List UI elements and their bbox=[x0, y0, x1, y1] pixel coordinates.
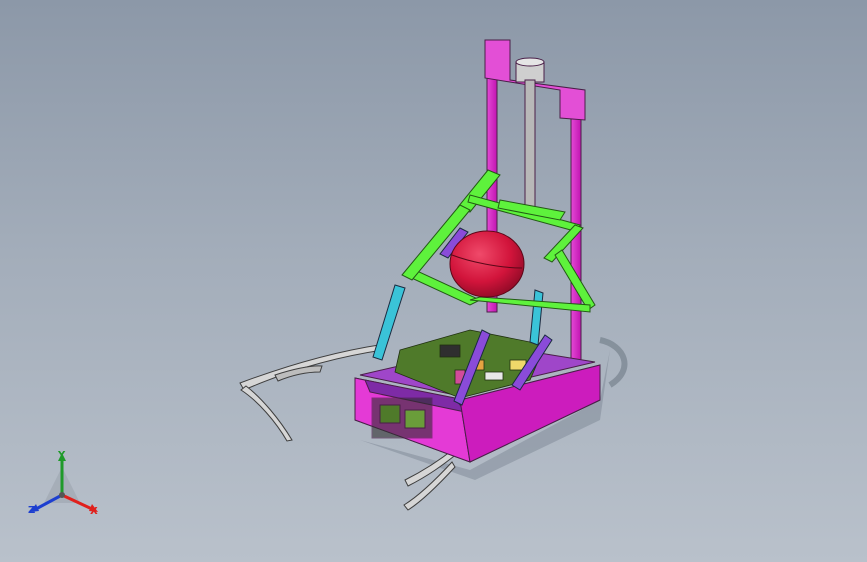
robot-assembly-model[interactable] bbox=[0, 0, 867, 562]
cad-viewport[interactable]: X Y Z bbox=[0, 0, 867, 562]
wheel-shadow bbox=[599, 337, 628, 388]
orientation-triad: X Y Z bbox=[22, 445, 112, 525]
x-axis-label: X bbox=[90, 506, 98, 517]
triad-graphic bbox=[30, 453, 98, 512]
red-ball[interactable] bbox=[449, 230, 525, 298]
z-axis-label: Z bbox=[28, 505, 36, 516]
y-axis-label: Y bbox=[58, 450, 66, 461]
